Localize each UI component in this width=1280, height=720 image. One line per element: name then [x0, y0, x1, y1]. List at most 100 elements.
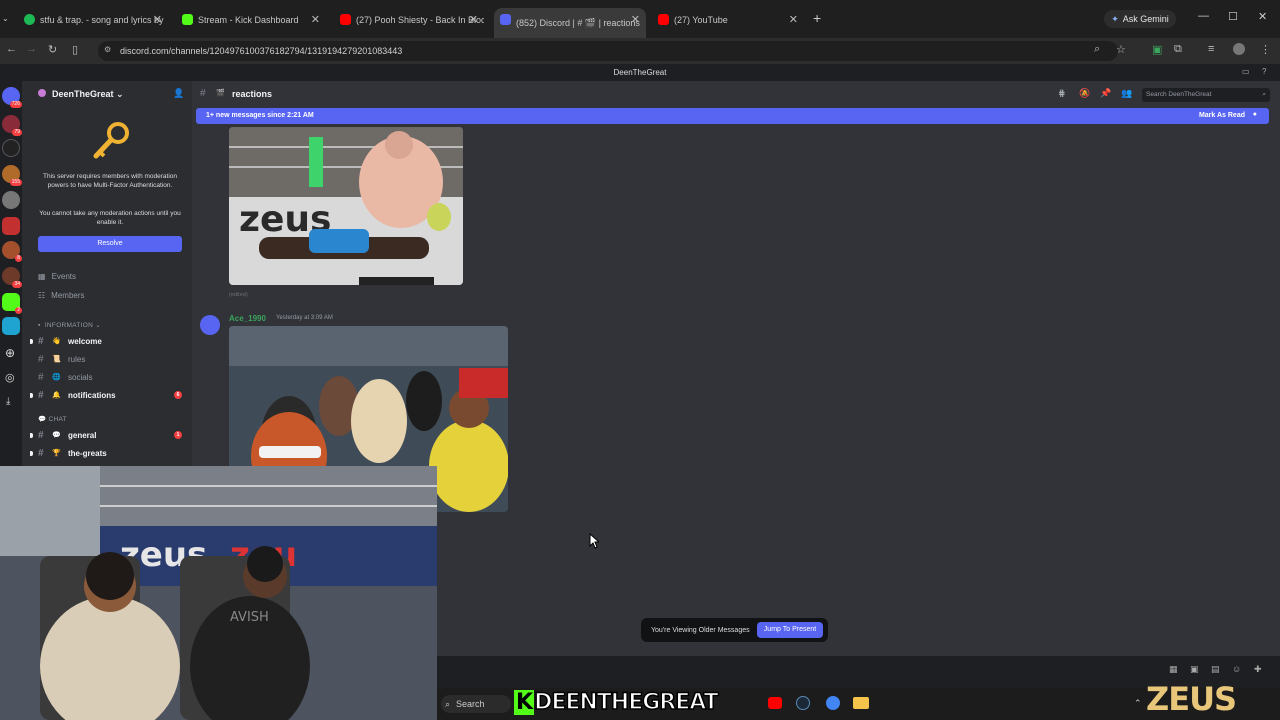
steam-icon[interactable]	[796, 696, 810, 710]
gemini-label: Ask Gemini	[1122, 14, 1169, 24]
new-messages-bar[interactable]: 1+ new messages since 2:21 AM Mark As Re…	[196, 108, 1269, 124]
browser-tab-3[interactable]: (27) Pooh Shiesty - Back In Blood ✕	[334, 8, 484, 32]
channel-name: rules	[68, 354, 86, 364]
channel-welcome[interactable]: # 👋 welcome	[30, 333, 186, 349]
browser-tab-4[interactable]: (852) Discord | # 🎬 | reactions ✕	[494, 8, 646, 38]
discord-icon	[500, 14, 511, 25]
mention-badge: 6	[174, 391, 182, 399]
server-icon[interactable]	[2, 191, 20, 209]
close-icon[interactable]: ✕	[631, 13, 640, 26]
explore-icon[interactable]: ◎	[5, 371, 15, 384]
extension-icon[interactable]: ▣	[1152, 43, 1162, 56]
emoji-icon[interactable]: ☺	[1232, 664, 1241, 674]
minimize-icon[interactable]: —	[1198, 10, 1209, 22]
window-close-icon[interactable]: ✕	[1258, 10, 1267, 23]
pin-icon[interactable]: 📌	[1100, 88, 1111, 99]
mfa-notice-subtext: You cannot take any moderation actions u…	[39, 210, 181, 226]
channel-rules[interactable]: # 📜 rules	[38, 351, 186, 367]
sidepanel-icon[interactable]: ▯	[72, 43, 78, 56]
sticker-icon[interactable]: ▣	[1190, 664, 1199, 675]
menu-icon[interactable]: ⋮	[1260, 43, 1271, 56]
server-name-dropdown[interactable]: DeenTheGreat ⌄	[52, 89, 124, 100]
chrome-icon[interactable]	[826, 696, 840, 710]
url-field[interactable]: ⚙ discord.com/channels/120497610037618279…	[98, 41, 1118, 61]
channel-name: welcome	[68, 336, 102, 346]
direct-messages-icon[interactable]: 726	[2, 87, 22, 108]
channel-name: general	[68, 430, 97, 440]
zoom-icon[interactable]: ⌕	[1094, 43, 1100, 56]
invite-people-icon[interactable]: 👤	[173, 88, 184, 99]
mfa-notice-text: This server requires members with modera…	[42, 173, 178, 189]
apps-icon[interactable]: ✚	[1254, 664, 1262, 675]
browser-tab-1[interactable]: stfu & trap. - song and lyrics by ✕	[18, 8, 168, 32]
category-information[interactable]: ▪ INFORMATION ⌄	[38, 321, 101, 329]
ask-gemini-button[interactable]: ✦ Ask Gemini	[1104, 10, 1176, 28]
tab-title: Stream - Kick Dashboard	[198, 15, 299, 25]
download-icon[interactable]: ⤓	[6, 396, 10, 407]
resolve-button[interactable]: Resolve	[38, 236, 182, 252]
jump-to-present-button[interactable]: Jump To Present	[757, 622, 823, 638]
message-image-1[interactable]: zeus	[229, 127, 463, 285]
gift-icon[interactable]: ▤	[1211, 664, 1220, 675]
mute-bell-icon[interactable]: 🔕	[1079, 88, 1090, 99]
taskbar-search[interactable]: ⌕ Search	[441, 695, 511, 713]
reload-icon[interactable]: ↻	[48, 43, 57, 56]
server-icon[interactable]: 2	[2, 293, 22, 314]
badge: 2	[15, 307, 22, 314]
extensions-puzzle-icon[interactable]: ⧉	[1174, 43, 1182, 56]
calendar-icon: ▦	[38, 272, 46, 281]
close-icon[interactable]: ✕	[153, 13, 162, 26]
forward-icon[interactable]: →	[26, 43, 37, 55]
server-icon[interactable]: 155	[2, 165, 22, 186]
server-icon[interactable]: 79	[2, 115, 22, 136]
spotify-icon	[24, 14, 35, 25]
header-search-input[interactable]: Search DeenTheGreat ⌕	[1142, 88, 1270, 102]
youtube-taskbar-icon[interactable]	[768, 697, 782, 709]
inbox-icon[interactable]: ▭	[1242, 67, 1250, 76]
gif-icon[interactable]: ▦	[1169, 664, 1178, 675]
close-icon[interactable]: ✕	[469, 13, 478, 26]
channel-notifications[interactable]: # 🔔 notifications 6	[30, 387, 186, 403]
category-label: INFORMATION	[44, 322, 94, 329]
maximize-icon[interactable]: ☐	[1228, 10, 1238, 23]
bookmark-star-icon[interactable]: ☆	[1116, 43, 1126, 56]
youtube-icon	[658, 14, 669, 25]
browser-tab-5[interactable]: (27) YouTube ✕	[652, 8, 804, 32]
back-icon[interactable]: ←	[6, 43, 17, 55]
sidebar-item-members[interactable]: ☷ Members	[38, 291, 85, 300]
browser-tab-2[interactable]: Stream - Kick Dashboard ✕	[176, 8, 326, 32]
tab-search-icon[interactable]: ⌄	[2, 14, 9, 23]
close-icon[interactable]: ✕	[789, 13, 798, 26]
server-icon[interactable]	[2, 139, 20, 157]
new-tab-button[interactable]: +	[813, 10, 821, 26]
server-icon[interactable]	[2, 317, 20, 335]
sidebar-item-events[interactable]: ▦ Events	[38, 272, 76, 281]
mark-as-read-button[interactable]: Mark As Read	[1199, 112, 1245, 119]
tray-chevron-icon[interactable]: ⌃	[1134, 698, 1142, 709]
channel-socials[interactable]: # 🌐 socials	[38, 369, 186, 385]
server-icon[interactable]	[2, 217, 20, 235]
add-server-icon[interactable]: ⊕	[5, 346, 15, 360]
file-explorer-icon[interactable]	[853, 697, 869, 709]
channel-general[interactable]: # 💬 general 1	[30, 427, 186, 443]
profile-avatar[interactable]	[1233, 43, 1245, 55]
category-chat[interactable]: 💬 CHAT	[38, 415, 67, 423]
channel-title: reactions	[232, 89, 273, 99]
help-icon[interactable]: ?	[1262, 67, 1266, 76]
server-icon[interactable]: 34	[2, 267, 22, 288]
category-icon: ▪	[38, 322, 41, 329]
search-placeholder: Search DeenTheGreat	[1146, 91, 1212, 98]
threads-icon[interactable]: ⋕	[1058, 88, 1066, 99]
stream-name-overlay: KDEENTHEGREAT	[514, 689, 719, 716]
tab-manager-icon[interactable]: ≡	[1208, 43, 1214, 55]
zeus-watermark: ZEUS	[1146, 680, 1237, 718]
channel-the-greats[interactable]: # 🏆 the-greats	[30, 445, 186, 461]
hash-icon: #	[38, 371, 44, 383]
avatar[interactable]	[200, 315, 220, 335]
member-list-icon[interactable]: 👥	[1121, 88, 1132, 99]
site-info-icon[interactable]: ⚙	[104, 45, 111, 54]
chevron-down-icon: ⌄	[116, 89, 124, 99]
server-icon[interactable]: 8	[2, 241, 22, 262]
close-icon[interactable]: ✕	[311, 13, 320, 26]
message-author[interactable]: Ace_1990	[229, 314, 266, 323]
